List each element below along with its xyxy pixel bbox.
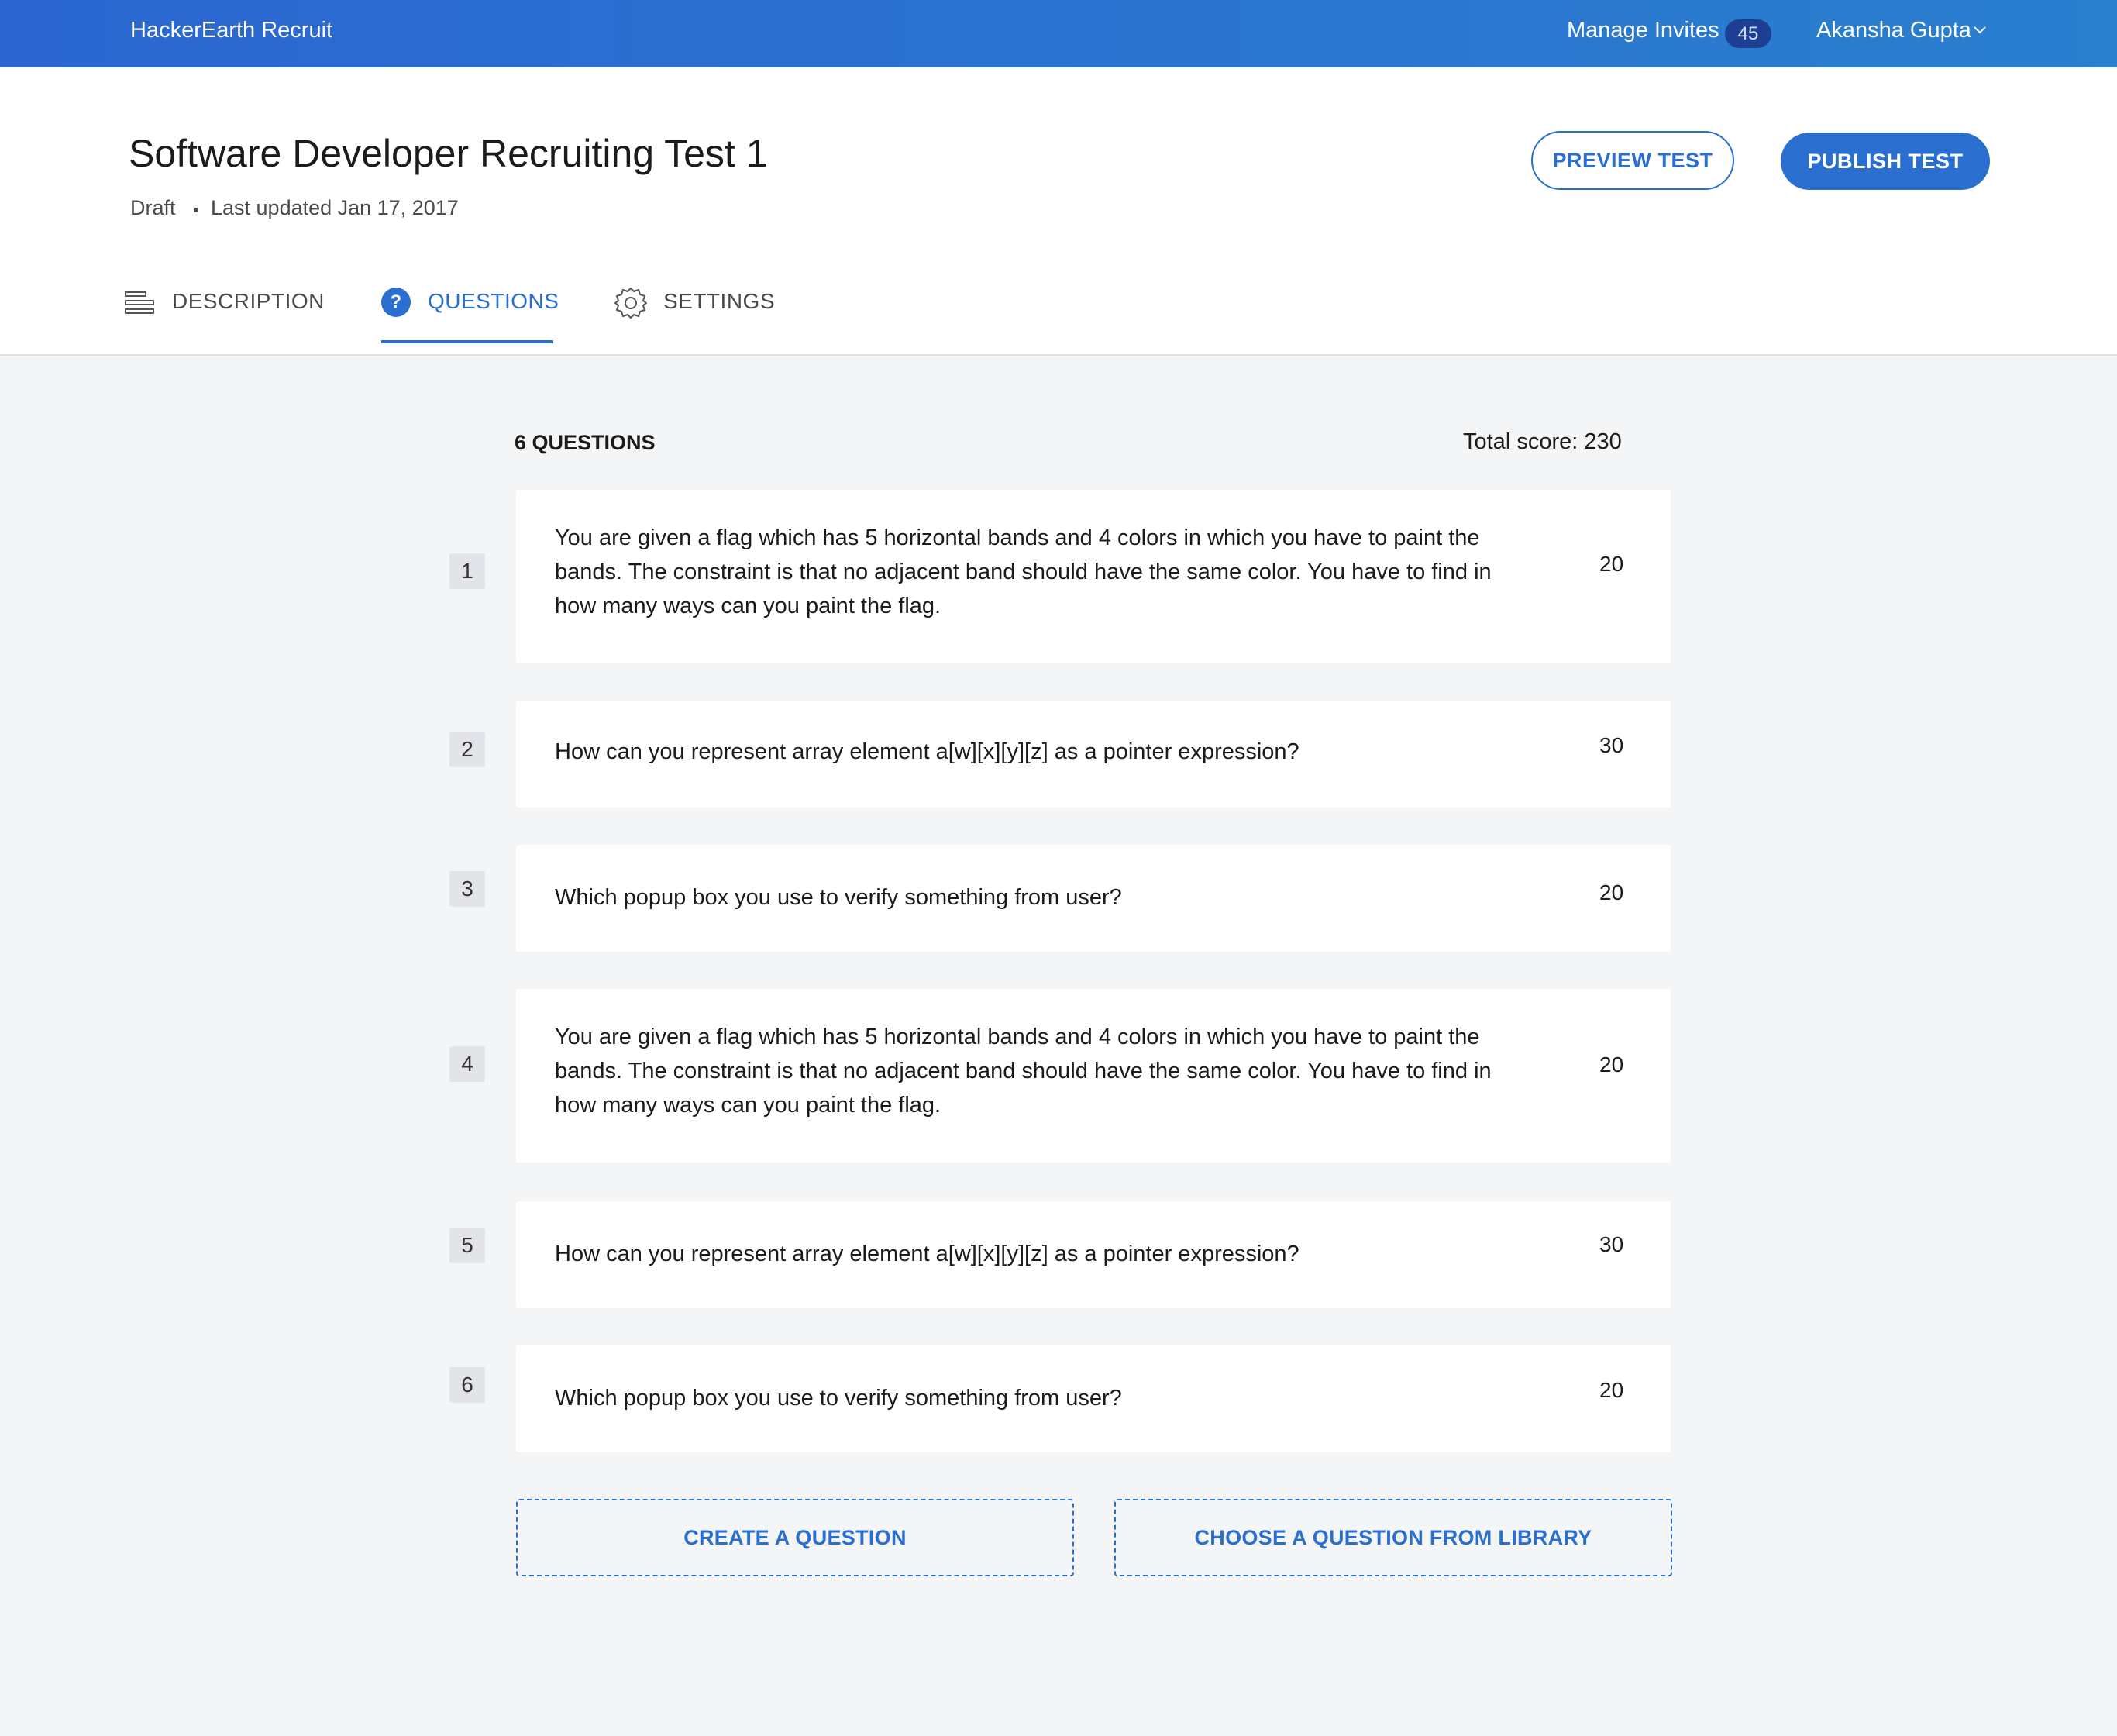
question-text: How can you represent array element a[w]… <box>555 1242 1299 1266</box>
status-label: Draft <box>130 196 176 219</box>
publish-test-button[interactable]: PUBLISH TEST <box>1781 133 1990 190</box>
question-text: You are given a flag which has 5 horizon… <box>555 1025 1492 1118</box>
list-icon <box>125 291 154 314</box>
invite-count-badge: 45 <box>1725 19 1771 48</box>
page-title: Software Developer Recruiting Test 1 <box>129 132 768 175</box>
question-card[interactable]: How can you represent array element a[w]… <box>516 701 1671 808</box>
question-card[interactable]: You are given a flag which has 5 horizon… <box>516 989 1671 1162</box>
test-header: Software Developer Recruiting Test 1 Dra… <box>0 67 2117 356</box>
question-score: 20 <box>1599 880 1624 904</box>
question-circle-icon: ? <box>381 288 411 317</box>
user-menu[interactable]: Akansha Gupta <box>1816 18 1971 43</box>
active-tab-indicator <box>381 340 553 343</box>
tab-description-label: DESCRIPTION <box>172 289 325 313</box>
question-text: You are given a flag which has 5 horizon… <box>555 525 1492 618</box>
question-number-badge: 2 <box>449 732 485 767</box>
question-score: 20 <box>1599 552 1624 576</box>
question-card[interactable]: Which popup box you use to verify someth… <box>516 1345 1671 1452</box>
question-number-badge: 1 <box>449 553 485 589</box>
question-card[interactable]: How can you represent array element a[w]… <box>516 1201 1671 1308</box>
chevron-down-icon[interactable] <box>1973 26 1987 35</box>
tab-settings-label: SETTINGS <box>663 289 776 313</box>
manage-invites-link[interactable]: Manage Invites <box>1567 18 1719 43</box>
brand-logo-text[interactable]: HackerEarth Recruit <box>130 18 332 43</box>
question-text: How can you represent array element a[w]… <box>555 739 1299 764</box>
choose-from-library-button[interactable]: CHOOSE A QUESTION FROM LIBRARY <box>1114 1499 1672 1576</box>
questions-count: 6 QUESTIONS <box>515 431 656 454</box>
question-text: Which popup box you use to verify someth… <box>555 1386 1122 1410</box>
top-navigation-bar: HackerEarth Recruit Manage Invites 45 Ak… <box>0 0 2117 67</box>
tab-questions[interactable]: ? QUESTIONS <box>381 288 559 343</box>
tab-description[interactable]: DESCRIPTION <box>124 289 325 343</box>
preview-test-button[interactable]: PREVIEW TEST <box>1531 131 1734 190</box>
question-number-badge: 6 <box>449 1367 485 1403</box>
question-card[interactable]: Which popup box you use to verify someth… <box>516 845 1671 952</box>
question-score: 20 <box>1599 1052 1624 1076</box>
question-score: 20 <box>1599 1378 1624 1402</box>
question-card[interactable]: You are given a flag which has 5 horizon… <box>516 490 1671 663</box>
tab-settings[interactable]: SETTINGS <box>614 288 784 343</box>
separator-dot <box>194 208 198 212</box>
gear-icon <box>614 288 647 319</box>
question-number-badge: 5 <box>449 1228 485 1263</box>
question-score: 30 <box>1599 1232 1624 1256</box>
last-updated-label: Last updated Jan 17, 2017 <box>211 196 459 219</box>
total-score: Total score: 230 <box>1463 429 1622 454</box>
question-text: Which popup box you use to verify someth… <box>555 885 1122 910</box>
question-score: 30 <box>1599 733 1624 757</box>
question-number-badge: 4 <box>449 1046 485 1082</box>
question-number-badge: 3 <box>449 871 485 907</box>
tab-questions-label: QUESTIONS <box>428 289 559 313</box>
create-question-button[interactable]: CREATE A QUESTION <box>516 1499 1074 1576</box>
